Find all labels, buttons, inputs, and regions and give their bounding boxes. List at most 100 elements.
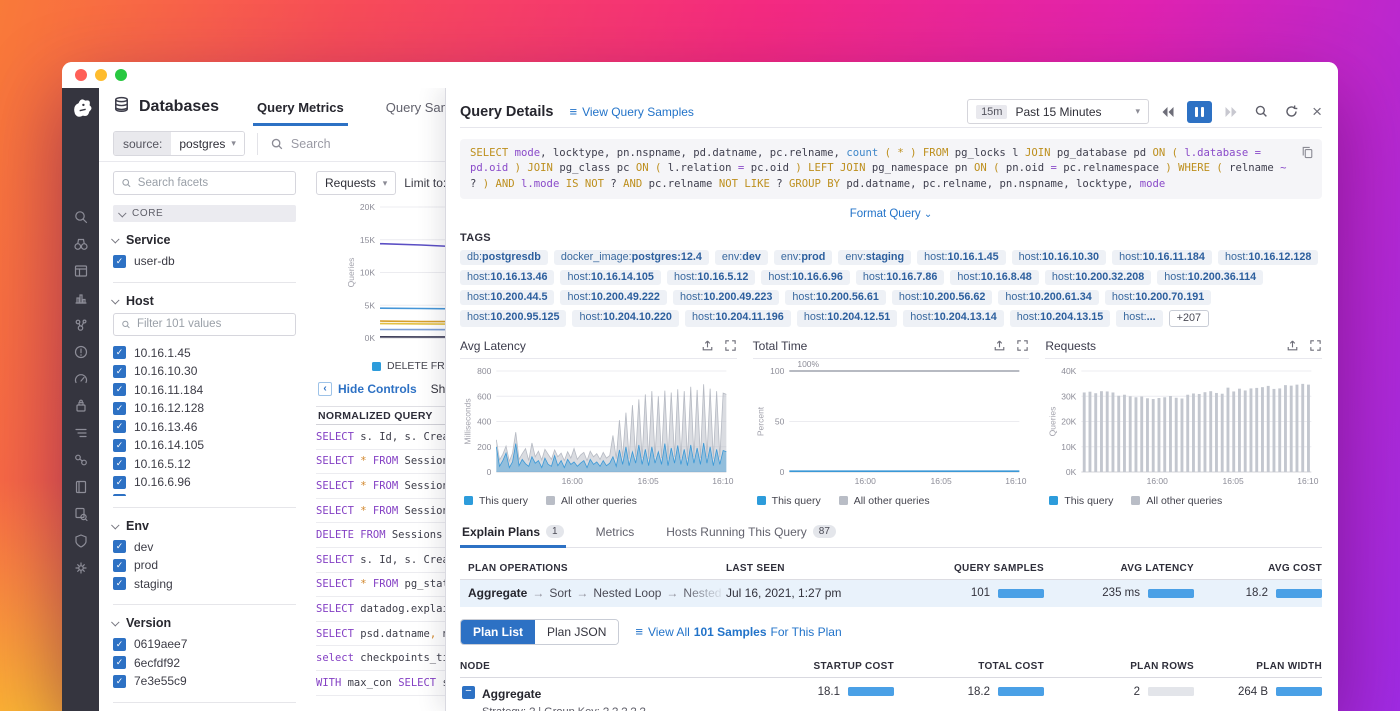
facet-item[interactable]: ✓10.16.7.86 (113, 492, 296, 496)
tag-pill[interactable]: env:staging (838, 250, 911, 265)
facet-search[interactable] (113, 171, 296, 195)
view-query-samples-link[interactable]: View Query Samples (582, 105, 694, 119)
tag-pill[interactable]: docker_image:postgres:12.4 (554, 250, 709, 265)
tag-pill[interactable]: host:10.204.11.196 (685, 310, 791, 327)
time-range-select[interactable]: 15m Past 15 Minutes ▾ (967, 99, 1149, 124)
tag-pill[interactable]: host:10.16.1.45 (917, 250, 1005, 265)
legend-item[interactable]: This query (1049, 495, 1113, 507)
tag-pill[interactable]: host:10.200.70.191 (1105, 290, 1211, 305)
format-query-link[interactable]: Format Query ⌄ (460, 204, 1322, 222)
tag-pill[interactable]: host:10.200.44.5 (460, 290, 554, 305)
plan-json-button[interactable]: Plan JSON (535, 620, 618, 644)
fullscreen-icon[interactable] (1309, 339, 1322, 352)
tag-pill[interactable]: host:10.16.10.30 (1012, 250, 1106, 265)
checkbox-checked-icon[interactable]: ✓ (113, 420, 126, 433)
checkbox-checked-icon[interactable]: ✓ (113, 559, 126, 572)
facet-item[interactable]: ✓7e3e55c9 (113, 672, 296, 691)
facet-item[interactable]: ✓6ecfdf92 (113, 654, 296, 673)
checkbox-checked-icon[interactable]: ✓ (113, 255, 126, 268)
checkbox-checked-icon[interactable]: ✓ (113, 656, 126, 669)
checkbox-checked-icon[interactable]: ✓ (113, 494, 126, 495)
fullscreen-icon[interactable] (1016, 339, 1029, 352)
hide-controls-button[interactable]: ‹Hide Controls (318, 382, 417, 396)
binoculars-icon[interactable] (70, 234, 92, 254)
checkbox-checked-icon[interactable]: ✓ (113, 675, 126, 688)
legend-item[interactable]: All other queries (839, 495, 930, 507)
tag-pill[interactable]: host:10.200.95.125 (460, 310, 566, 327)
tag-pill[interactable]: db:postgresdb (460, 250, 548, 265)
facet-item[interactable]: ✓10.16.10.30 (113, 362, 296, 381)
zoom-icon[interactable] (1250, 101, 1272, 123)
tag-pill[interactable]: host:10.16.5.12 (667, 270, 755, 285)
tab-query-metrics[interactable]: Query Metrics (253, 88, 348, 126)
tag-pill[interactable]: host:10.16.13.46 (460, 270, 554, 285)
checkbox-checked-icon[interactable]: ✓ (113, 577, 126, 590)
fullscreen-icon[interactable] (724, 339, 737, 352)
view-all-samples-link[interactable]: ≡ View All101 SamplesFor This Plan (635, 624, 841, 639)
shield-icon[interactable] (70, 531, 92, 551)
checkbox-checked-icon[interactable]: ✓ (113, 402, 126, 415)
alert-icon[interactable] (70, 342, 92, 362)
bar-chart-icon[interactable] (70, 288, 92, 308)
tag-pill[interactable]: host:10.16.8.48 (950, 270, 1038, 285)
refresh-icon[interactable] (1280, 101, 1302, 123)
tag-pill[interactable]: host:10.204.13.15 (1010, 310, 1110, 327)
checkbox-checked-icon[interactable]: ✓ (113, 457, 126, 470)
legend-item[interactable]: This query (464, 495, 528, 507)
facet-item[interactable]: ✓10.16.13.46 (113, 418, 296, 437)
global-search[interactable] (270, 137, 431, 151)
gauge-icon[interactable] (70, 369, 92, 389)
copy-icon[interactable] (1301, 146, 1314, 164)
tag-pill[interactable]: host:10.204.13.14 (903, 310, 1003, 327)
checkbox-checked-icon[interactable]: ✓ (113, 439, 126, 452)
facet-group-header[interactable]: Env (113, 519, 296, 533)
facet-item[interactable]: ✓10.16.14.105 (113, 436, 296, 455)
facet-item[interactable]: ✓user-db (113, 252, 296, 271)
tab-explain-plans[interactable]: Explain Plans1 (460, 519, 566, 547)
datadog-logo-icon[interactable] (69, 94, 93, 123)
tag-pill[interactable]: host:10.16.7.86 (856, 270, 944, 285)
checkbox-checked-icon[interactable]: ✓ (113, 540, 126, 553)
legend-item[interactable]: All other queries (1131, 495, 1222, 507)
tags-overflow-pill[interactable]: +207 (1169, 310, 1209, 327)
fast-forward-button[interactable] (1220, 101, 1242, 123)
facet-item[interactable]: ✓dev (113, 538, 296, 557)
search-input[interactable] (291, 137, 431, 151)
legend-item[interactable]: This query (757, 495, 821, 507)
tag-pill[interactable]: host:10.200.49.223 (673, 290, 779, 305)
facet-section-core[interactable]: CORE (113, 205, 296, 222)
cluster-icon[interactable] (70, 315, 92, 335)
facet-item[interactable]: ✓prod (113, 556, 296, 575)
link-icon[interactable] (70, 450, 92, 470)
checkbox-checked-icon[interactable]: ✓ (113, 365, 126, 378)
zoom-window-button[interactable] (115, 69, 127, 81)
tag-pill[interactable]: host:10.204.12.51 (797, 310, 897, 327)
pause-button[interactable] (1187, 101, 1212, 123)
facet-item[interactable]: ✓staging (113, 575, 296, 594)
facet-item[interactable]: ✓10.16.6.96 (113, 473, 296, 492)
tag-pill[interactable]: host:10.200.56.61 (785, 290, 885, 305)
plan-row-selected[interactable]: Aggregate→Sort→Nested Loop→Nested Loop→H… (460, 580, 1322, 607)
node-row[interactable]: −AggregateStrategy: ? | Group Key: ?,?,?… (460, 678, 1322, 711)
dashboard-icon[interactable] (70, 261, 92, 281)
close-panel-button[interactable]: × (1312, 102, 1322, 122)
export-icon[interactable] (993, 339, 1006, 352)
list-icon[interactable] (70, 423, 92, 443)
plan-list-button[interactable]: Plan List (461, 620, 535, 644)
checkbox-checked-icon[interactable]: ✓ (113, 346, 126, 359)
source-select[interactable]: source: postgres▾ (113, 131, 245, 156)
checkbox-checked-icon[interactable]: ✓ (113, 638, 126, 651)
tag-pill[interactable]: host:10.16.14.105 (560, 270, 660, 285)
chart-plot[interactable]: 05010016:0016:0516:10Percent100% (753, 359, 1030, 492)
chart-plot[interactable]: 0K10K20K30K40K16:0016:0516:10Queries (1045, 359, 1322, 492)
facet-group-header[interactable]: Version (113, 616, 296, 630)
tag-pill[interactable]: host:10.200.32.208 (1045, 270, 1151, 285)
facet-item[interactable]: ✓10.16.12.128 (113, 399, 296, 418)
plugin-icon[interactable] (70, 396, 92, 416)
tag-pill[interactable]: host:... (1116, 310, 1162, 327)
facet-item[interactable]: ✓0619aee7 (113, 635, 296, 654)
tag-pill[interactable]: host:10.16.12.128 (1218, 250, 1318, 265)
export-icon[interactable] (1286, 339, 1299, 352)
host-filter[interactable] (113, 313, 296, 336)
facet-group-header[interactable]: Host (113, 294, 296, 308)
